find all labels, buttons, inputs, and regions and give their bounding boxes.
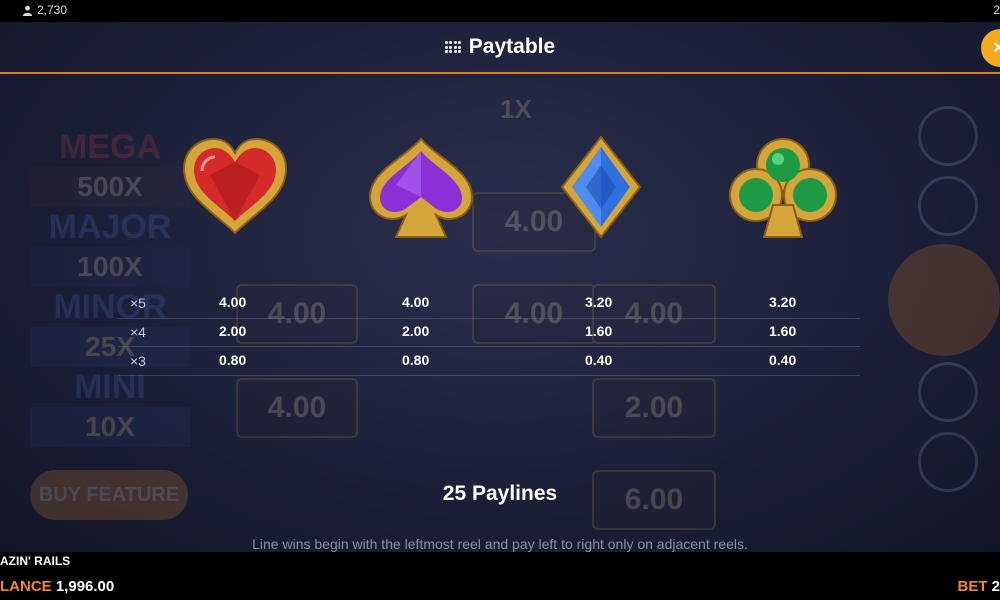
page-title: Paytable — [468, 35, 556, 58]
diamond-payout: 0.40 — [585, 352, 613, 368]
multiplier-label: ×5 — [130, 295, 146, 311]
diamond-payout: 1.60 — [585, 323, 613, 339]
multiplier-label: ×4 — [130, 324, 146, 340]
paytable-grid-icon — [444, 41, 462, 53]
diamond-icon — [560, 135, 642, 239]
spade-icon — [368, 137, 474, 238]
game-name: AZIN' RAILS — [0, 554, 71, 568]
header-divider — [0, 72, 1000, 74]
bet-value: 2 — [991, 578, 1000, 595]
club-payout: 0.40 — [769, 352, 797, 368]
diamond-payout: 3.20 — [585, 294, 613, 310]
turbo-button[interactable] — [918, 106, 978, 166]
heart-payout: 0.80 — [219, 352, 247, 368]
jackpot-mega-value: 500X — [30, 167, 190, 207]
dimmed-game-board: MEGA 500X MAJOR 100X MINOR 25X MINI 10X … — [0, 22, 1000, 552]
bet-display[interactable]: BET 2 — [957, 578, 1000, 595]
player-count: 2,730 — [22, 3, 67, 17]
paylines-heading: 25 Paylines — [442, 482, 558, 505]
balance-label: LANCE — [0, 578, 52, 595]
spade-payout: 2.00 — [402, 323, 430, 339]
balance-value: 1,996.00 — [55, 578, 115, 595]
top-multiplier: 1X — [500, 94, 532, 124]
heart-payout: 2.00 — [219, 323, 247, 339]
spin-button[interactable] — [888, 244, 1000, 356]
jackpot-major: MAJOR — [48, 208, 172, 246]
bet-button[interactable] — [918, 362, 978, 422]
spade-payout: 4.00 — [402, 294, 430, 310]
club-payout: 1.60 — [769, 323, 797, 339]
autoplay-button[interactable] — [918, 176, 978, 236]
club-payout: 3.20 — [769, 294, 797, 310]
bottom-bar — [0, 552, 1000, 600]
status-bar: 2,730 2 — [0, 0, 1000, 22]
jackpot-mega: MEGA — [59, 128, 161, 166]
status-right-digit: 2 — [993, 3, 1000, 17]
jackpot-mini-value: 10X — [30, 407, 190, 447]
game-background: MEGA 500X MAJOR 100X MINOR 25X MINI 10X … — [0, 22, 1000, 552]
bet-label: BET — [957, 578, 988, 595]
jackpot-panel: MEGA 500X MAJOR 100X MINOR 25X MINI 10X — [30, 127, 190, 447]
reel-value: 2.00 — [592, 378, 716, 438]
user-icon — [22, 5, 33, 16]
reel-value: 4.00 — [236, 378, 358, 438]
jackpot-major-value: 100X — [30, 247, 190, 287]
balance-display: LANCE 1,996.00 — [0, 578, 114, 595]
heart-icon — [182, 137, 288, 235]
paylines-description: Line wins begin with the leftmost reel a… — [252, 536, 748, 552]
spade-payout: 0.80 — [402, 352, 430, 368]
heart-payout: 4.00 — [219, 294, 247, 310]
paytable-header: Paytable — [0, 22, 1000, 72]
multiplier-label: ×3 — [130, 353, 146, 369]
club-icon — [729, 138, 837, 238]
